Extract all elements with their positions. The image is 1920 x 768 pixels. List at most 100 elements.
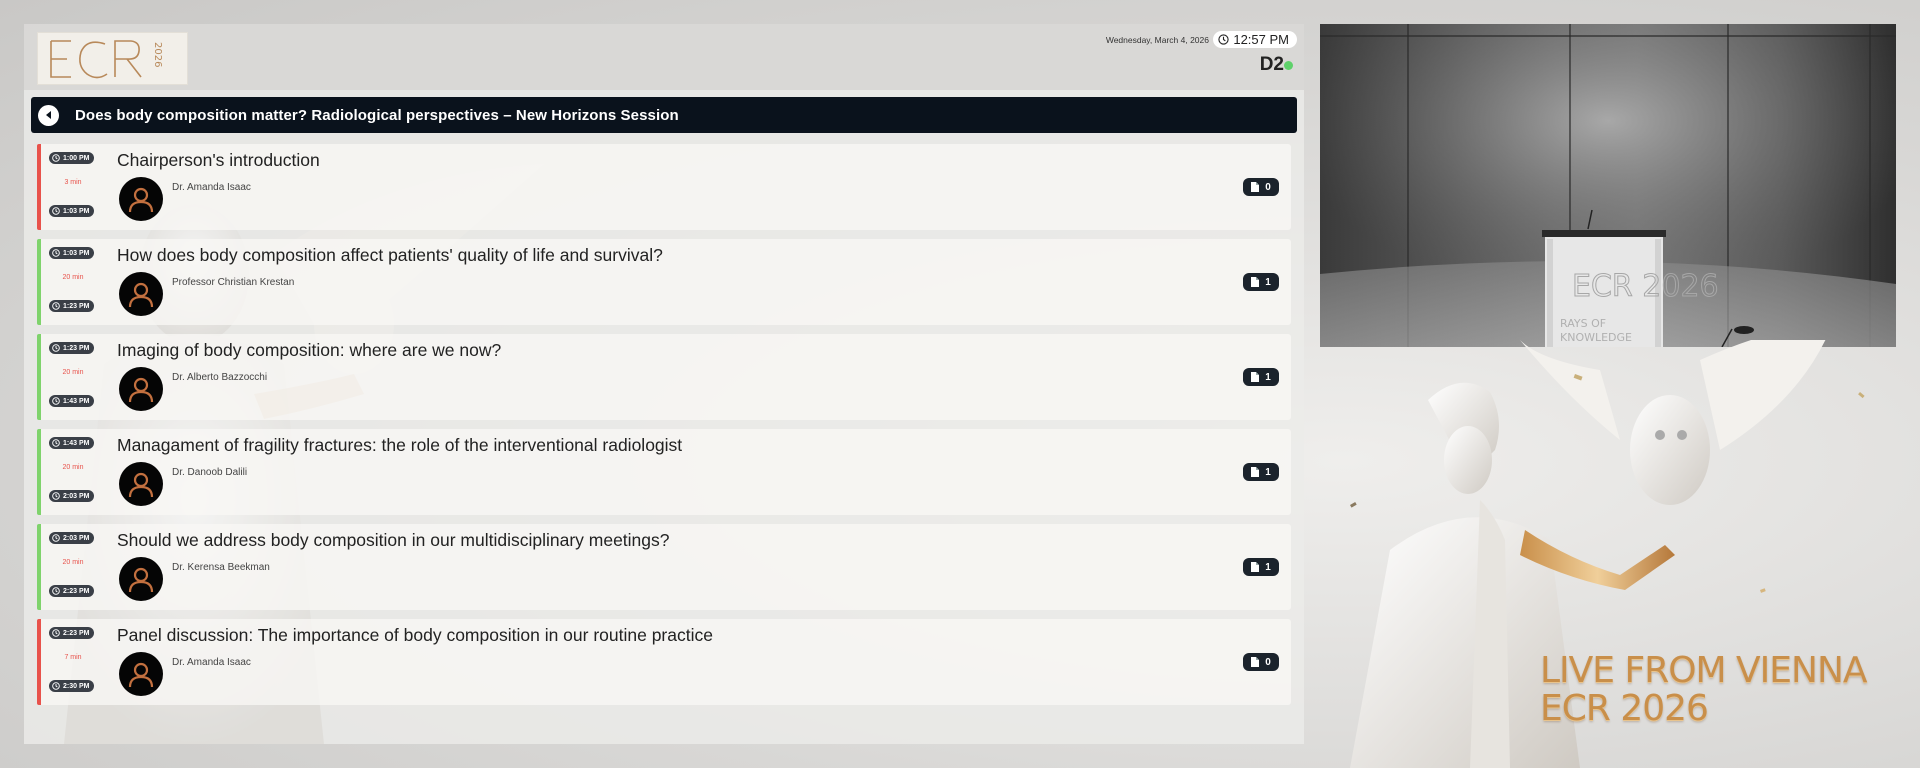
start-time-badge: 1:23 PM: [49, 342, 95, 354]
talk-title[interactable]: Panel discussion: The importance of body…: [117, 625, 713, 646]
end-time-badge: 1:43 PM: [49, 395, 95, 407]
speaker-name[interactable]: Dr. Amanda Isaac: [172, 657, 251, 668]
start-time-badge: 2:23 PM: [49, 627, 95, 639]
status-indicator: [37, 239, 41, 325]
start-time-badge: 1:43 PM: [49, 437, 95, 449]
session-title: Does body composition matter? Radiologic…: [75, 106, 679, 124]
document-count: 0: [1265, 181, 1271, 193]
start-time: 2:23 PM: [63, 629, 90, 637]
back-arrow-icon: [46, 111, 51, 119]
end-time: 1:23 PM: [63, 302, 90, 310]
svg-text:ECR 2026: ECR 2026: [1572, 269, 1719, 304]
user-avatar-icon: [128, 662, 154, 688]
talk-title[interactable]: Chairperson's introduction: [117, 150, 320, 171]
start-time-badge: 2:03 PM: [49, 532, 95, 544]
duration: 20 min: [62, 369, 84, 376]
podium-logo: ECR 2026: [1572, 269, 1720, 305]
speaker-name[interactable]: Professor Christian Krestan: [172, 277, 294, 288]
speaker-name[interactable]: Dr. Amanda Isaac: [172, 182, 251, 193]
clock-icon: [52, 397, 60, 405]
user-avatar-icon: [128, 282, 154, 308]
schedule-panel: 2026 Wednesday, March 4, 2026 12:57 PM D…: [24, 24, 1304, 744]
status-indicator: [37, 334, 41, 420]
speaker-name[interactable]: Dr. Kerensa Beekman: [172, 562, 270, 573]
end-time-badge: 2:03 PM: [49, 490, 95, 502]
start-time: 1:00 PM: [63, 154, 90, 162]
clock-icon: [52, 249, 60, 257]
talk-row[interactable]: 1:03 PM 20 min 1:23 PM How does body com…: [37, 239, 1291, 325]
document-icon: [1251, 182, 1260, 192]
speaker-avatar: [119, 177, 163, 221]
end-time: 1:43 PM: [63, 397, 90, 405]
start-time-badge: 1:03 PM: [49, 247, 95, 259]
documents-button[interactable]: 1: [1243, 368, 1279, 386]
end-time-badge: 2:23 PM: [49, 585, 95, 597]
document-count: 0: [1265, 656, 1271, 668]
clock-icon: [52, 629, 60, 637]
user-avatar-icon: [128, 567, 154, 593]
room-label: D2: [1259, 54, 1284, 75]
current-time: 12:57 PM: [1233, 32, 1289, 47]
clock-icon: [52, 534, 60, 542]
document-icon: [1251, 657, 1260, 667]
talk-row[interactable]: 1:43 PM 20 min 2:03 PM Managament of fra…: [37, 429, 1291, 515]
documents-button[interactable]: 1: [1243, 463, 1279, 481]
speaker-name[interactable]: Dr. Danoob Dalili: [172, 467, 247, 478]
talk-title[interactable]: How does body composition affect patient…: [117, 245, 663, 266]
status-indicator: [37, 524, 41, 610]
documents-button[interactable]: 1: [1243, 273, 1279, 291]
end-time-badge: 1:03 PM: [49, 205, 95, 217]
end-time-badge: 1:23 PM: [49, 300, 95, 312]
clock-icon: [52, 439, 60, 447]
speaker-avatar: [119, 272, 163, 316]
duration: 20 min: [62, 559, 84, 566]
duration: 20 min: [62, 464, 84, 471]
document-count: 1: [1265, 371, 1271, 383]
end-time: 2:30 PM: [63, 682, 90, 690]
talk-row[interactable]: 2:03 PM 20 min 2:23 PM Should we address…: [37, 524, 1291, 610]
talk-title[interactable]: Should we address body composition in ou…: [117, 530, 670, 551]
user-avatar-icon: [128, 377, 154, 403]
talk-title[interactable]: Imaging of body composition: where are w…: [117, 340, 501, 361]
clock-icon: [52, 207, 60, 215]
clock-icon: [52, 492, 60, 500]
talk-row[interactable]: 2:23 PM 7 min 2:30 PM Panel discussion: …: [37, 619, 1291, 705]
documents-button[interactable]: 0: [1243, 178, 1279, 196]
ecr-logo: 2026: [37, 32, 188, 85]
status-indicator: [37, 619, 41, 705]
svg-text:RAYS OF: RAYS OF: [1560, 317, 1606, 330]
user-avatar-icon: [128, 472, 154, 498]
live-status-dot: [1284, 61, 1293, 70]
end-time-badge: 2:30 PM: [49, 680, 95, 692]
clock-icon: [1218, 34, 1229, 45]
ecr-logo-mark: 2026: [49, 39, 163, 78]
branding-line-1: LIVE FROM VIENNA: [1540, 650, 1868, 691]
documents-button[interactable]: 0: [1243, 653, 1279, 671]
live-stage-video[interactable]: ECR 2026 RAYS OF KNOWLEDGE: [1320, 24, 1896, 347]
talk-title[interactable]: Managament of fragility fractures: the r…: [117, 435, 682, 456]
talk-row[interactable]: 1:23 PM 20 min 1:43 PM Imaging of body c…: [37, 334, 1291, 420]
duration: 20 min: [62, 274, 84, 281]
back-button[interactable]: [38, 104, 59, 126]
svg-text:2026: 2026: [152, 42, 163, 67]
speaker-name[interactable]: Dr. Alberto Bazzocchi: [172, 372, 267, 383]
user-avatar-icon: [128, 187, 154, 213]
document-icon: [1251, 277, 1260, 287]
clock-icon: [52, 154, 60, 162]
session-header: Does body composition matter? Radiologic…: [31, 97, 1297, 133]
document-icon: [1251, 562, 1260, 572]
end-time: 2:23 PM: [63, 587, 90, 595]
clock-icon: [52, 587, 60, 595]
documents-button[interactable]: 1: [1243, 558, 1279, 576]
speaker-avatar: [119, 557, 163, 601]
speaker-avatar: [119, 462, 163, 506]
end-time: 2:03 PM: [63, 492, 90, 500]
talk-row[interactable]: 1:00 PM 3 min 1:03 PM Chairperson's intr…: [37, 144, 1291, 230]
live-from-vienna-branding: LIVE FROM VIENNA ECR 2026: [1540, 650, 1868, 729]
start-time: 1:43 PM: [63, 439, 90, 447]
start-time: 2:03 PM: [63, 534, 90, 542]
start-time: 1:23 PM: [63, 344, 90, 352]
top-bar: 2026 Wednesday, March 4, 2026 12:57 PM D…: [24, 24, 1304, 90]
branding-line-2: ECR 2026: [1540, 688, 1709, 729]
end-time: 1:03 PM: [63, 207, 90, 215]
